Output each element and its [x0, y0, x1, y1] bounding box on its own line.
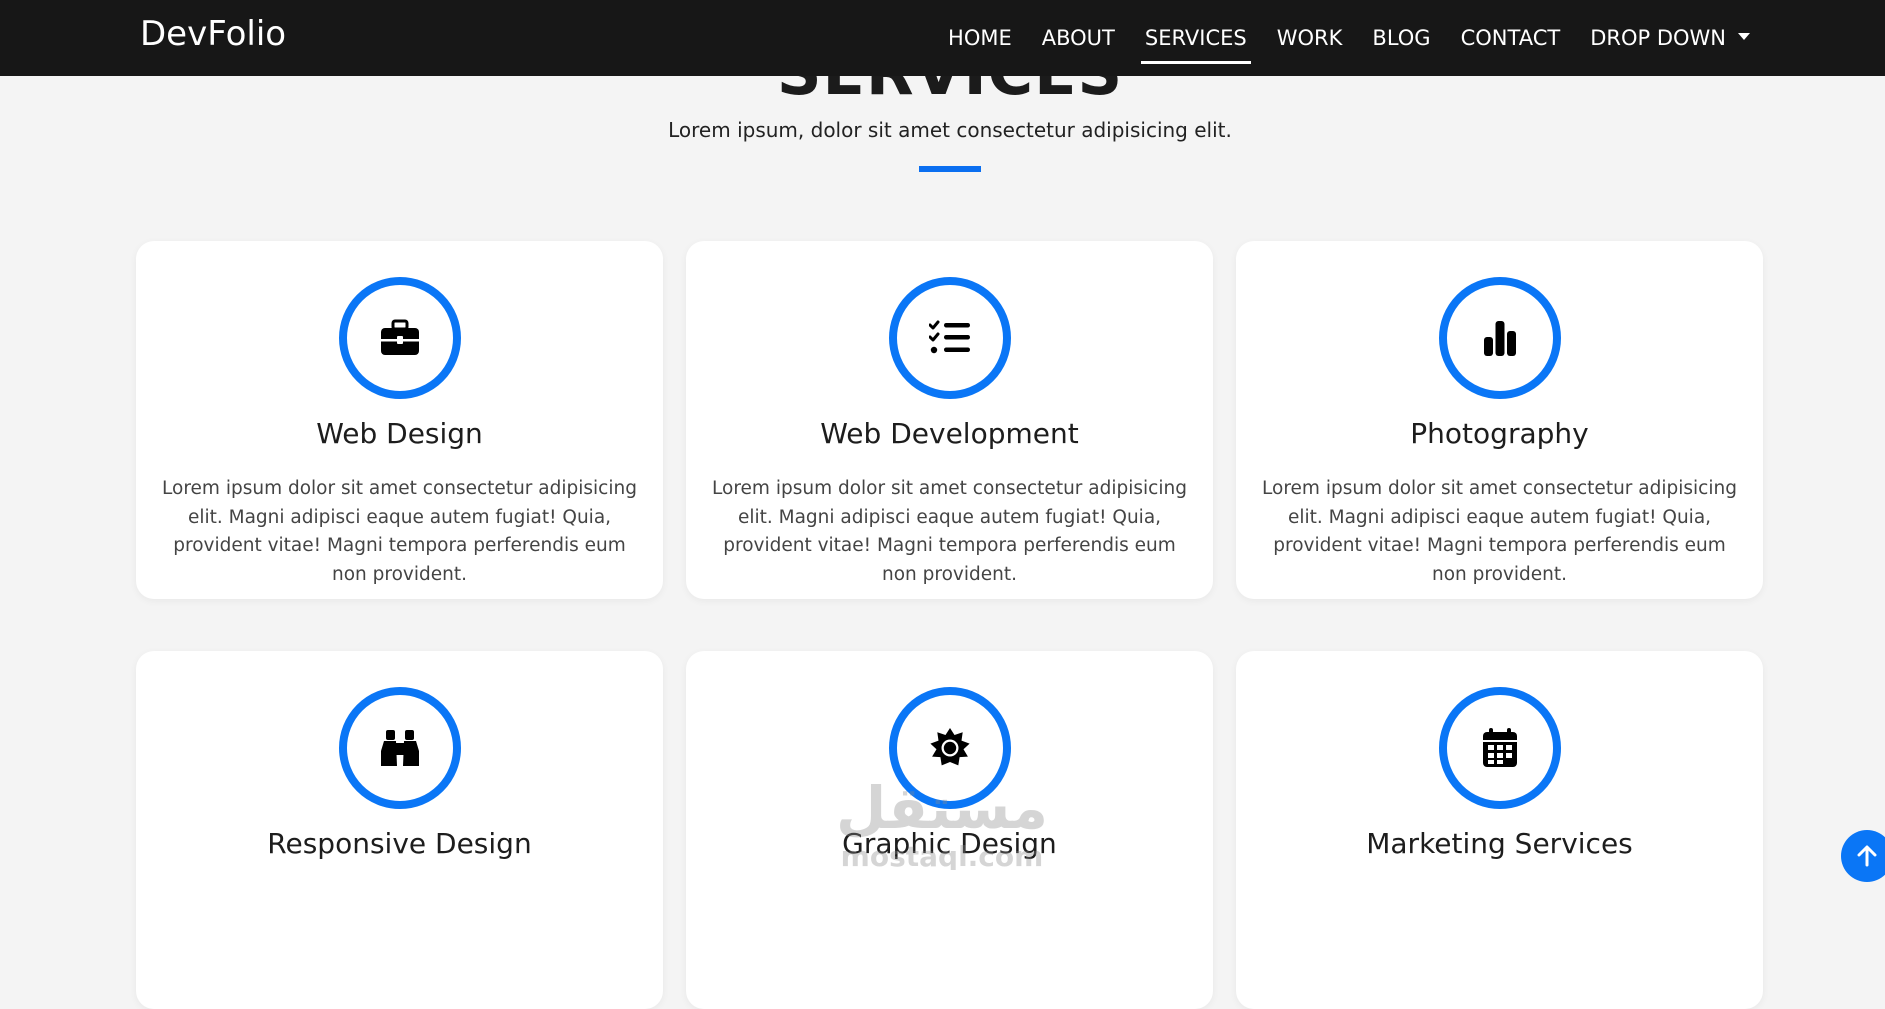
brand-logo[interactable]: DevFolio: [140, 14, 286, 54]
nav-item-blog[interactable]: BLOG: [1372, 0, 1430, 76]
service-title: Graphic Design: [842, 827, 1057, 860]
service-title: Web Design: [316, 417, 483, 450]
icon-ring: [338, 277, 461, 399]
service-description: Lorem ipsum dolor sit amet consectetur a…: [1262, 478, 1737, 585]
icon-ring: [888, 687, 1011, 809]
service-title: Web Development: [820, 417, 1079, 450]
sun-gear-icon: [929, 728, 970, 766]
service-card-responsive-design: Responsive Design: [136, 651, 663, 1009]
service-title: Photography: [1410, 417, 1589, 450]
icon-ring: [888, 277, 1011, 399]
service-card-marketing-services: Marketing Services: [1236, 651, 1763, 1009]
section-subtitle: Lorem ipsum, dolor sit amet consectetur …: [668, 118, 1232, 142]
service-description: Lorem ipsum dolor sit amet consectetur a…: [162, 478, 637, 585]
service-card-photography: Photography Lorem ipsum dolor sit amet c…: [1236, 241, 1763, 599]
icon-ring: [1438, 277, 1561, 399]
icon-ring: [338, 687, 461, 809]
caret-down-icon: [1738, 32, 1750, 40]
nav-item-contact[interactable]: CONTACT: [1461, 0, 1561, 76]
service-description: Lorem ipsum dolor sit amet consectetur a…: [712, 478, 1187, 585]
navbar: DevFolio HOME ABOUT SERVICES WORK BLOG C…: [0, 0, 1885, 76]
calendar-icon: [1482, 728, 1517, 767]
nav-item-home[interactable]: HOME: [948, 0, 1012, 76]
service-title: Responsive Design: [267, 827, 532, 860]
binoculars-icon: [380, 730, 419, 766]
nav-dropdown-label: DROP DOWN: [1590, 26, 1726, 50]
service-title: Marketing Services: [1366, 827, 1633, 860]
nav-menu: HOME ABOUT SERVICES WORK BLOG CONTACT DR…: [918, 0, 1750, 76]
service-card-graphic-design: Graphic Design: [686, 651, 1213, 1009]
nav-item-about[interactable]: ABOUT: [1042, 0, 1115, 76]
arrow-up-icon: [1857, 845, 1877, 867]
list-check-icon: [928, 320, 970, 354]
nav-item-work[interactable]: WORK: [1277, 0, 1343, 76]
nav-item-dropdown[interactable]: DROP DOWN: [1590, 0, 1750, 76]
bar-chart-icon: [1483, 321, 1516, 356]
title-underline: [919, 166, 981, 172]
service-card-web-design: Web Design Lorem ipsum dolor sit amet co…: [136, 241, 663, 599]
nav-item-services[interactable]: SERVICES: [1140, 0, 1251, 76]
briefcase-icon: [380, 319, 419, 355]
icon-ring: [1438, 687, 1561, 809]
service-card-web-development: Web Development Lorem ipsum dolor sit am…: [686, 241, 1213, 599]
back-to-top-button[interactable]: [1841, 830, 1885, 882]
